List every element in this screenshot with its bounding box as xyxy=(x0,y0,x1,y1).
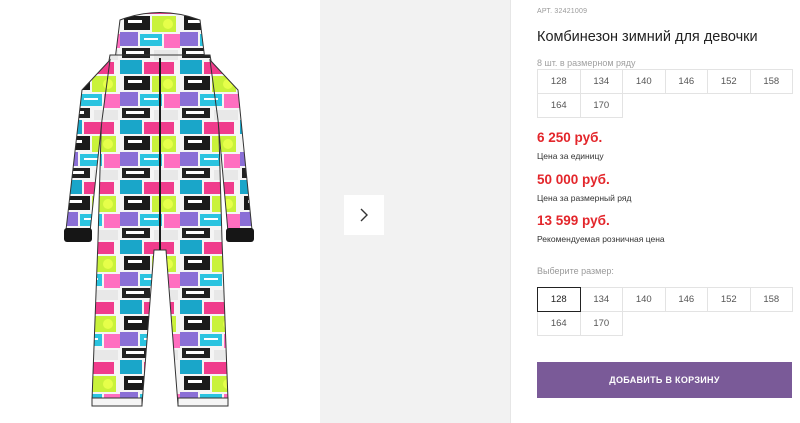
size-picker-grid: 128 134 140 146 152 158 164 170 xyxy=(537,287,793,336)
price-unit-label: Цена за единицу xyxy=(537,151,604,161)
product-title: Комбинезон зимний для девочки xyxy=(537,29,758,45)
size-row-cell: 152 xyxy=(707,69,751,94)
snowsuit-image xyxy=(64,12,254,407)
product-sku: АРТ. 32421009 xyxy=(537,8,588,15)
price-size-row: 50 000 руб. xyxy=(537,172,610,187)
add-to-cart-button[interactable]: ДОБАВИТЬ В КОРЗИНУ xyxy=(537,362,792,398)
size-row-cell: 164 xyxy=(537,93,581,118)
size-row-note: 8 шт. в размерном ряду xyxy=(537,58,636,68)
size-row-cell: 146 xyxy=(664,69,708,94)
product-photo[interactable] xyxy=(0,0,318,423)
size-row-cell: 170 xyxy=(579,93,623,118)
size-option[interactable]: 170 xyxy=(579,311,623,336)
size-row-cell: 158 xyxy=(749,69,793,94)
chevron-right-icon xyxy=(360,208,368,222)
size-option[interactable]: 140 xyxy=(622,287,666,312)
size-option[interactable]: 158 xyxy=(749,287,793,312)
size-row-cell: 134 xyxy=(579,69,623,94)
size-option[interactable]: 146 xyxy=(664,287,708,312)
price-retail-label: Рекомендуемая розничная цена xyxy=(537,234,665,244)
size-option[interactable]: 164 xyxy=(537,311,581,336)
size-option[interactable]: 152 xyxy=(707,287,751,312)
price-retail: 13 599 руб. xyxy=(537,213,610,228)
choose-size-label: Выберите размер: xyxy=(537,266,614,276)
size-row-cell: 128 xyxy=(537,69,581,94)
price-size-row-label: Цена за размерный ряд xyxy=(537,193,632,203)
product-page: АРТ. 32421009 Комбинезон зимний для дево… xyxy=(0,0,800,423)
price-unit: 6 250 руб. xyxy=(537,130,603,145)
size-row-cell: 140 xyxy=(622,69,666,94)
size-option-selected[interactable]: 128 xyxy=(537,287,581,312)
column-divider xyxy=(510,0,511,423)
size-row-grid: 128 134 140 146 152 158 164 170 xyxy=(537,69,793,118)
size-option[interactable]: 134 xyxy=(579,287,623,312)
gallery-next-button[interactable] xyxy=(344,195,384,235)
